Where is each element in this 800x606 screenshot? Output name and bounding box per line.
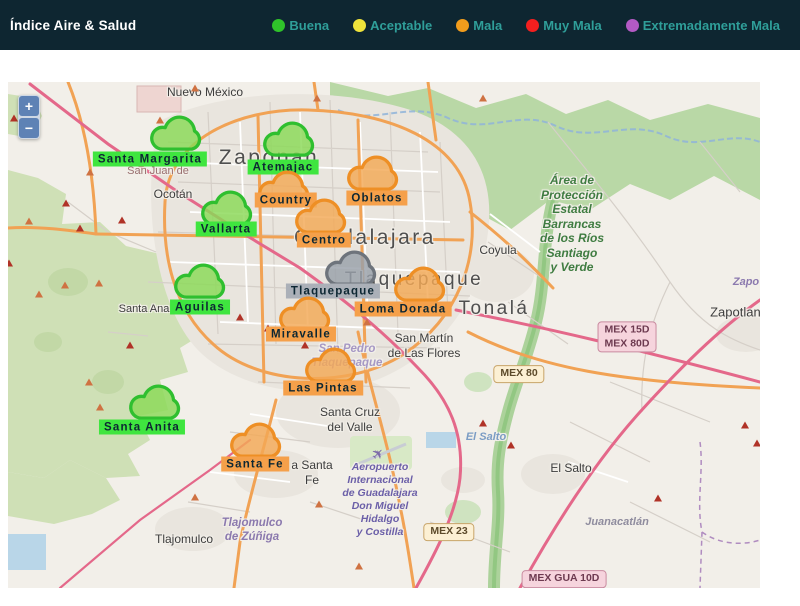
zoom-control: + − [18,95,40,139]
buena-color-dot [272,18,286,32]
muy-mala-color-dot [526,18,540,32]
cloud-icon[interactable] [293,192,351,236]
map-canvas[interactable]: Nuevo México Zapopan San Juan de Ocotán Guad… [8,82,760,588]
legend-item-extremadamente-mala: Extremadamente Mala [625,17,780,33]
station-label[interactable]: Loma Dorada [354,301,452,317]
station-label[interactable]: Santa Fe [221,456,289,472]
cloud-icon[interactable] [172,257,230,301]
legend-item-buena: Buena [272,18,329,33]
zoom-out-button[interactable]: − [19,118,39,138]
station-label[interactable]: Vallarta [195,221,257,237]
cloud-icon[interactable] [127,378,185,422]
app-header: Índice Aire & Salud Buena Aceptable Mala… [0,0,800,50]
cloud-icon[interactable] [323,244,381,288]
aceptable-color-dot [353,18,367,32]
aqi-legend: Buena Aceptable Mala Muy Mala Extremadam… [272,18,800,33]
cloud-icon[interactable] [261,115,319,159]
station-label[interactable]: Miravalle [265,326,337,342]
cloud-icon[interactable] [303,341,361,385]
legend-label: Buena [289,17,330,33]
mala-color-dot [456,18,470,32]
extremadamente-mala-color-dot [625,18,639,32]
legend-label: Muy Mala [543,17,602,33]
legend-label: Aceptable [370,17,433,33]
legend-item-mala: Mala [456,18,502,33]
station-label[interactable]: Oblatos [346,190,408,206]
cloud-icon[interactable] [392,260,450,304]
app-window: Índice Aire & Salud Buena Aceptable Mala… [0,0,800,606]
cloud-icon[interactable] [228,416,286,460]
station-label[interactable]: Santa Anita [98,419,186,435]
station-label[interactable]: Santa Margarita [92,151,208,167]
station-label[interactable]: Las Pintas [283,380,363,396]
cloud-icon[interactable] [345,149,403,193]
station-label[interactable]: Aguilas [170,299,230,315]
legend-label: Mala [473,17,503,33]
legend-label: Extremadamente Mala [642,17,780,33]
legend-item-aceptable: Aceptable [353,18,432,33]
legend-item-muy-mala: Muy Mala [526,18,602,33]
zoom-in-button[interactable]: + [19,96,39,116]
cloud-icon[interactable] [148,109,206,153]
app-title: Índice Aire & Salud [10,17,137,33]
